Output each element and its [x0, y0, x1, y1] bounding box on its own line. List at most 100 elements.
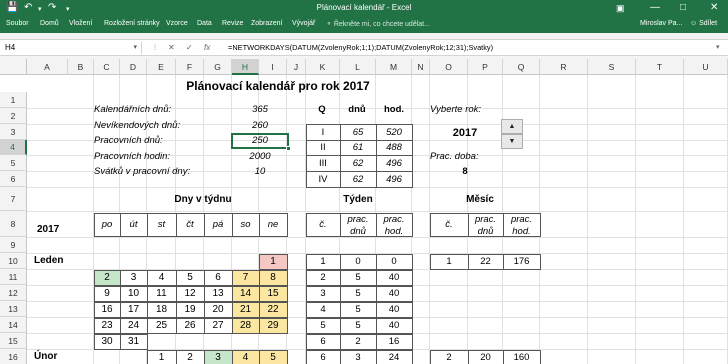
row-header-3[interactable]: 3 [0, 124, 27, 140]
tab-file[interactable]: Soubor [6, 20, 29, 27]
week-summary-cell[interactable]: 0 [340, 254, 376, 269]
selected-cell-h4[interactable] [231, 133, 289, 149]
ribbon-display-options-icon[interactable]: ▣ [616, 2, 625, 14]
day-cell[interactable]: 18 [147, 302, 176, 317]
column-header-o[interactable]: O [430, 59, 468, 75]
day-cell[interactable]: 20 [204, 302, 232, 317]
week-summary-cell[interactable]: 16 [376, 334, 412, 349]
day-cell[interactable]: 14 [232, 286, 259, 301]
day-cell[interactable]: 2 [94, 270, 120, 285]
quarter-cell[interactable]: IV [306, 172, 340, 187]
week-summary-cell[interactable]: 5 [340, 286, 376, 301]
row-header-9[interactable]: 9 [0, 237, 27, 253]
stat-value-working-hours[interactable]: 2000 [232, 150, 288, 164]
column-header-e[interactable]: E [147, 59, 176, 75]
day-cell[interactable]: 13 [204, 286, 232, 301]
quarter-cell[interactable]: 62 [340, 156, 376, 171]
month-summary-cell[interactable]: 1 [430, 254, 468, 269]
week-summary-cell[interactable]: 2 [340, 334, 376, 349]
day-cell[interactable]: 10 [120, 286, 147, 301]
day-cell[interactable]: 19 [176, 302, 204, 317]
day-cell[interactable]: 5 [259, 350, 287, 364]
column-header-r[interactable]: R [540, 59, 588, 75]
week-summary-cell[interactable]: 2 [306, 270, 340, 285]
day-cell[interactable]: 17 [120, 302, 147, 317]
column-header-h[interactable]: H [232, 59, 259, 75]
day-cell[interactable]: 30 [94, 334, 120, 349]
row-header-10[interactable]: 10 [0, 253, 27, 269]
month-summary-cell[interactable]: 2 [430, 350, 468, 364]
row-header-2[interactable]: 2 [0, 108, 27, 124]
week-summary-cell[interactable]: 5 [340, 302, 376, 317]
column-header-n[interactable]: N [412, 59, 430, 75]
column-header-i[interactable]: I [259, 59, 287, 75]
column-header-k[interactable]: K [306, 59, 340, 75]
share-button[interactable]: ☺ Sdílet [690, 20, 717, 27]
column-header-p[interactable]: P [468, 59, 503, 75]
day-cell[interactable]: 5 [176, 270, 204, 285]
work-time-value[interactable]: 8 [440, 165, 490, 179]
month-summary-cell[interactable]: 20 [468, 350, 503, 364]
week-summary-cell[interactable]: 40 [376, 286, 412, 301]
quarter-cell[interactable]: 496 [376, 172, 412, 187]
column-header-u[interactable]: U [684, 59, 728, 75]
row-header-7[interactable]: 7 [0, 187, 27, 211]
day-cell[interactable]: 3 [120, 270, 147, 285]
week-summary-cell[interactable]: 40 [376, 318, 412, 333]
close-icon[interactable]: ✕ [710, 2, 718, 14]
column-header-d[interactable]: D [120, 59, 147, 75]
day-cell[interactable]: 16 [94, 302, 120, 317]
worksheet-grid[interactable]: ABCDEFGHIJKLMNOPQRSTU 1 2 3 4 5 6 7 8 9 10 11 12 13 1… [0, 59, 728, 364]
quarter-cell[interactable]: 65 [340, 125, 376, 140]
quarter-cell[interactable]: III [306, 156, 340, 171]
column-header-b[interactable]: B [68, 59, 94, 75]
day-cell[interactable]: 4 [232, 350, 259, 364]
insert-function-icon[interactable]: fx [204, 42, 210, 54]
column-header-f[interactable]: F [176, 59, 204, 75]
day-cell[interactable]: 28 [232, 318, 259, 333]
tab-home[interactable]: Domů [40, 20, 59, 27]
day-cell[interactable]: 7 [232, 270, 259, 285]
day-cell[interactable]: 1 [259, 254, 287, 269]
week-summary-cell[interactable]: 5 [306, 318, 340, 333]
day-cell[interactable]: 24 [120, 318, 147, 333]
day-cell[interactable]: 12 [176, 286, 204, 301]
row-header-6[interactable]: 6 [0, 171, 27, 187]
year-select-value[interactable]: 2017 [440, 126, 490, 140]
stat-value-holidays-weekdays[interactable]: 10 [232, 165, 288, 179]
row-header-8[interactable]: 8 [0, 211, 27, 237]
select-all-corner[interactable] [0, 59, 27, 75]
month-summary-cell[interactable]: 176 [503, 254, 540, 269]
day-cell[interactable]: 26 [176, 318, 204, 333]
day-cell[interactable]: 3 [204, 350, 232, 364]
day-cell[interactable]: 23 [94, 318, 120, 333]
day-cell[interactable]: 15 [259, 286, 287, 301]
quarter-cell[interactable]: 496 [376, 156, 412, 171]
quarter-cell[interactable]: 488 [376, 141, 412, 155]
row-header-12[interactable]: 12 [0, 285, 27, 301]
day-cell[interactable]: 29 [259, 318, 287, 333]
column-header-q[interactable]: Q [503, 59, 540, 75]
day-cell[interactable]: 2 [176, 350, 204, 364]
chevron-down-icon[interactable]: ▾ [133, 42, 137, 54]
row-header-16[interactable]: 16 [0, 349, 27, 364]
day-cell[interactable]: 6 [204, 270, 232, 285]
day-cell[interactable]: 25 [147, 318, 176, 333]
cancel-icon[interactable]: ✕ [168, 42, 175, 54]
week-summary-cell[interactable]: 40 [376, 302, 412, 317]
month-summary-cell[interactable]: 22 [468, 254, 503, 269]
quarter-cell[interactable]: II [306, 141, 340, 155]
day-cell[interactable]: 1 [147, 350, 176, 364]
column-header-m[interactable]: M [376, 59, 412, 75]
year-spin-up-button[interactable]: ▲ [501, 119, 523, 134]
stat-value-nonweekend-days[interactable]: 260 [232, 119, 288, 133]
minimize-icon[interactable]: — [650, 2, 660, 14]
tab-insert[interactable]: Vložení [69, 20, 92, 27]
week-summary-cell[interactable]: 3 [306, 286, 340, 301]
column-header-l[interactable]: L [340, 59, 376, 75]
quarter-cell[interactable]: 61 [340, 141, 376, 155]
week-summary-cell[interactable]: 5 [340, 270, 376, 285]
week-summary-cell[interactable]: 6 [306, 350, 340, 364]
column-header-t[interactable]: T [636, 59, 684, 75]
expand-formula-bar-icon[interactable]: ▾ [716, 42, 720, 54]
